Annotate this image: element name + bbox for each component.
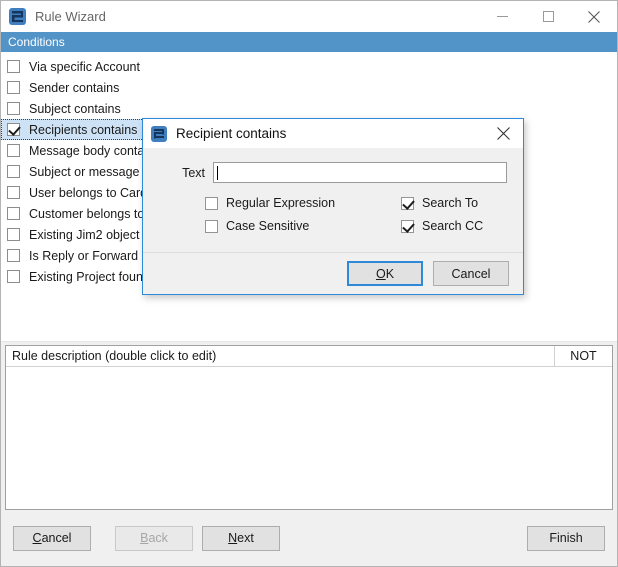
- dialog-title: Recipient contains: [176, 126, 286, 141]
- finish-button[interactable]: Finish: [527, 526, 605, 551]
- condition-checkbox[interactable]: [7, 123, 20, 136]
- window-title: Rule Wizard: [35, 9, 106, 24]
- next-accel: N: [228, 531, 237, 545]
- condition-row[interactable]: Sender contains: [1, 77, 617, 98]
- cancel-label-rest: ancel: [42, 531, 72, 545]
- condition-label: Existing Project found: [29, 270, 150, 284]
- maximize-icon[interactable]: [525, 1, 571, 32]
- option-label: Case Sensitive: [226, 219, 309, 233]
- option-search-cc[interactable]: Search CC: [401, 219, 507, 233]
- case-sensitive-checkbox[interactable]: [205, 220, 218, 233]
- window-titlebar: Rule Wizard: [1, 1, 617, 32]
- condition-label: Message body contains: [29, 144, 160, 158]
- condition-checkbox[interactable]: [7, 165, 20, 178]
- rule-description-grid[interactable]: Rule description (double click to edit) …: [5, 345, 613, 510]
- condition-checkbox[interactable]: [7, 102, 20, 115]
- condition-checkbox[interactable]: [7, 270, 20, 283]
- condition-label: Sender contains: [29, 81, 119, 95]
- next-button[interactable]: Next: [202, 526, 280, 551]
- condition-label: Via specific Account: [29, 60, 140, 74]
- dialog-ok-button[interactable]: OK: [347, 261, 423, 286]
- dialog-footer: OK Cancel: [143, 252, 523, 294]
- search-to-checkbox[interactable]: [401, 197, 414, 210]
- cancel-button[interactable]: Cancel: [13, 526, 91, 551]
- condition-checkbox[interactable]: [7, 207, 20, 220]
- condition-checkbox[interactable]: [7, 81, 20, 94]
- ok-label-rest: K: [386, 267, 394, 281]
- dialog-titlebar: Recipient contains: [143, 119, 523, 148]
- app-icon: [151, 126, 167, 142]
- option-regular-expression[interactable]: Regular Expression: [205, 196, 401, 210]
- condition-checkbox[interactable]: [7, 144, 20, 157]
- close-icon[interactable]: [571, 1, 617, 32]
- condition-checkbox[interactable]: [7, 228, 20, 241]
- ok-accel: O: [376, 267, 386, 281]
- condition-checkbox[interactable]: [7, 60, 20, 73]
- text-caret: [217, 166, 218, 180]
- wizard-button-bar: Cancel Back Next Finish: [1, 510, 617, 566]
- recipient-contains-dialog: Recipient contains Text Regular Expressi…: [142, 118, 524, 295]
- condition-row[interactable]: Via specific Account: [1, 56, 617, 77]
- condition-row[interactable]: Subject contains: [1, 98, 617, 119]
- close-icon[interactable]: [483, 119, 523, 148]
- option-label: Search To: [422, 196, 478, 210]
- cancel-accel: C: [33, 531, 42, 545]
- minimize-icon[interactable]: [479, 1, 525, 32]
- search-cc-checkbox[interactable]: [401, 220, 414, 233]
- rule-description-area: Rule description (double click to edit) …: [1, 342, 617, 510]
- text-field-row: Text: [159, 162, 507, 183]
- dialog-options: Regular Expression Search To Case Sensit…: [205, 196, 507, 233]
- text-field-label: Text: [159, 166, 205, 180]
- app-icon: [9, 8, 26, 25]
- next-label-rest: ext: [237, 531, 254, 545]
- option-label: Search CC: [422, 219, 483, 233]
- option-search-to[interactable]: Search To: [401, 196, 507, 210]
- back-accel: B: [140, 531, 148, 545]
- dialog-body: Text Regular Expression Search To Case S…: [143, 148, 523, 252]
- dialog-cancel-button[interactable]: Cancel: [433, 261, 509, 286]
- regular-expression-checkbox[interactable]: [205, 197, 218, 210]
- not-column-header[interactable]: NOT: [555, 346, 612, 366]
- rule-description-body[interactable]: [6, 367, 612, 509]
- condition-label: Subject contains: [29, 102, 121, 116]
- back-button[interactable]: Back: [115, 526, 193, 551]
- condition-checkbox[interactable]: [7, 186, 20, 199]
- back-label-rest: ack: [148, 531, 167, 545]
- rule-description-header-row: Rule description (double click to edit) …: [6, 346, 612, 367]
- option-label: Regular Expression: [226, 196, 335, 210]
- conditions-header: Conditions: [1, 32, 617, 52]
- condition-checkbox[interactable]: [7, 249, 20, 262]
- rule-description-column-header[interactable]: Rule description (double click to edit): [6, 346, 555, 366]
- option-case-sensitive[interactable]: Case Sensitive: [205, 219, 401, 233]
- window-controls: [479, 1, 617, 32]
- condition-label: Recipients contains: [29, 123, 137, 137]
- text-input[interactable]: [213, 162, 507, 183]
- condition-label: Is Reply or Forward: [29, 249, 138, 263]
